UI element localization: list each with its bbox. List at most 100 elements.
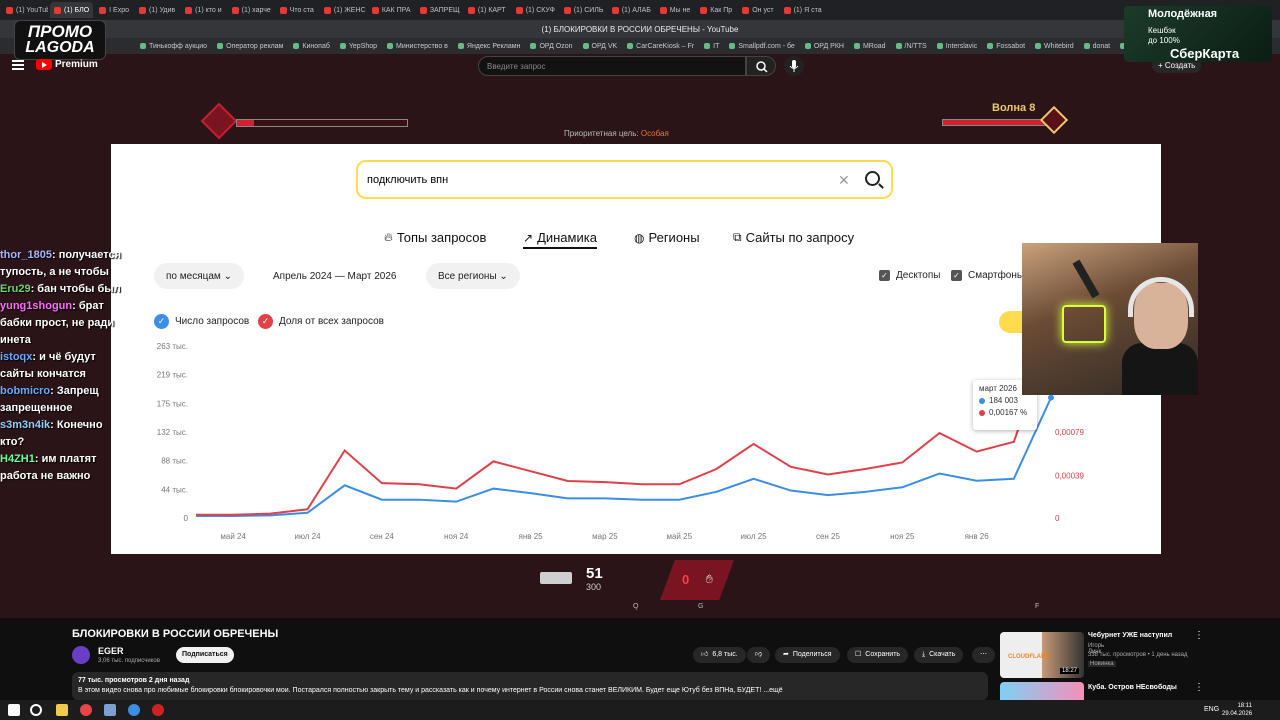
wordstat-query[interactable]: подключить впн <box>367 174 448 186</box>
wordstat-search-box[interactable]: подключить впн ✕ <box>356 160 893 199</box>
channel-avatar[interactable] <box>72 646 90 664</box>
browser-tab[interactable]: (1) YouTube <box>2 2 48 18</box>
bookmark-item[interactable]: Кинопаб <box>293 43 329 50</box>
dislike-button[interactable]: 👎︎ <box>747 647 771 663</box>
recommendation-title[interactable]: Чебурнет УЖЕ наступил <box>1088 632 1172 639</box>
browser-tab[interactable]: (1) Удив <box>135 2 179 18</box>
tab-favicon-icon <box>419 6 427 14</box>
bookmark-item[interactable]: Оператор реклам <box>217 43 283 50</box>
recommendation-thumbnail[interactable] <box>1000 682 1084 700</box>
browser-tab[interactable]: (1) харче <box>228 2 274 18</box>
legend-share[interactable]: ✓ Доля от всех запросов <box>258 314 384 329</box>
bookmark-item[interactable]: ОРД Ozon <box>530 43 572 50</box>
app-icon[interactable] <box>104 704 116 716</box>
mic-icon <box>789 60 799 72</box>
telegram-icon[interactable] <box>128 704 140 716</box>
browser-tab[interactable]: (1) Я ста <box>780 2 826 18</box>
tab-top-queries[interactable]: 🔥︎ Топы запросов <box>384 230 486 245</box>
clear-icon[interactable]: ✕ <box>838 172 850 189</box>
x-tick-label: ноя 24 <box>444 532 469 541</box>
save-button[interactable]: ☐ Сохранить <box>847 647 909 663</box>
voice-search-button[interactable] <box>784 56 804 76</box>
tab-dynamics[interactable]: ↗ Динамика <box>523 230 597 249</box>
download-button[interactable]: ⤓ Скачать <box>914 647 964 663</box>
keyboard-language[interactable]: ENG <box>1204 706 1219 713</box>
chat-message: yung1shogun: брат <box>0 298 130 315</box>
browser-tab[interactable]: Что ста <box>276 2 318 18</box>
bookmark-item[interactable]: YepShop <box>340 43 377 50</box>
tab-label: Как Пр <box>710 6 733 14</box>
channel-name[interactable]: EGER <box>98 646 124 656</box>
share-button[interactable]: ➦ Поделиться <box>775 647 840 663</box>
browser-tab[interactable]: I Expo <box>95 2 133 18</box>
desktop-checkbox[interactable]: ✓ Десктопы <box>879 270 940 281</box>
bookmark-item[interactable]: IT <box>704 43 719 50</box>
tab-favicon-icon <box>99 6 107 14</box>
key-hint-q: Q <box>633 603 639 610</box>
bookmark-item[interactable]: Тинькофф аукцио <box>140 43 207 50</box>
bookmark-item[interactable]: Smallpdf.com - бе <box>729 43 794 50</box>
region-select[interactable]: Все регионы ⌄ <box>426 263 520 289</box>
kebab-menu-icon[interactable]: ⋮ <box>1194 630 1204 641</box>
browser-tab[interactable]: (1) СИЛЬ <box>560 2 606 18</box>
youtube-logo[interactable]: Premium <box>36 59 98 70</box>
browser-tab[interactable]: Как Пр <box>696 2 736 18</box>
bookmark-item[interactable]: MRoad <box>854 43 886 50</box>
browser-tab[interactable]: (1) БЛО <box>50 2 94 18</box>
recommendation-title[interactable]: Куба. Остров НЕсвободы <box>1088 684 1177 691</box>
share-icon: ➦ <box>783 651 789 658</box>
windows-start-icon[interactable] <box>8 704 20 716</box>
menu-icon[interactable] <box>12 60 24 70</box>
priority-value: Особая <box>640 129 669 138</box>
browser-tab[interactable]: (1) АЛАБ <box>608 2 654 18</box>
tab-favicon-icon <box>659 6 667 14</box>
bookmark-item[interactable]: Fossabot <box>987 43 1025 50</box>
y-tick-label-left: 132 тыс. <box>157 428 188 437</box>
bookmark-item[interactable]: Яндекс Рекламн <box>458 43 521 50</box>
period-select[interactable]: по месяцам ⌄ <box>154 263 244 289</box>
browser-tab[interactable]: (1) кто и <box>181 2 226 18</box>
yandex-browser-icon[interactable] <box>80 704 92 716</box>
legend-count[interactable]: ✓ Число запросов <box>154 314 249 329</box>
more-actions-button[interactable]: ⋯ <box>972 647 995 663</box>
search-icon[interactable] <box>865 171 880 186</box>
recommendation-thumbnail[interactable]: CLOUDFLARE 18:27 <box>1000 632 1084 678</box>
youtube-search-button[interactable] <box>746 56 776 76</box>
browser-tab[interactable]: Мы не <box>656 2 695 18</box>
bookmark-item[interactable]: Whitebird <box>1035 43 1074 50</box>
youtube-search-input[interactable]: Введите запрос <box>478 56 746 76</box>
tab-regions[interactable]: ◍ Регионы <box>634 230 700 245</box>
bookmark-item[interactable]: donat <box>1084 43 1111 50</box>
youtube-logo-text: Premium <box>55 59 98 70</box>
like-button[interactable]: 👍︎ 6,8 тыс. <box>693 647 746 663</box>
bookmark-item[interactable]: Министерство в <box>387 43 448 50</box>
bookmark-item[interactable]: ОРД РКН <box>805 43 844 50</box>
browser-tab[interactable]: (1) ЖЕНС <box>320 2 366 18</box>
clock[interactable]: 18:11 29.04.2026 <box>1222 702 1252 718</box>
browser-tab[interactable]: (1) СКУФ <box>512 2 558 18</box>
bookmark-item[interactable]: CarCareKiosk – Fr <box>627 43 694 50</box>
y-tick-label-left: 263 тыс. <box>157 342 188 351</box>
file-explorer-icon[interactable] <box>56 704 68 716</box>
wave-counter: Волна 8 <box>992 102 1036 114</box>
kebab-menu-icon[interactable]: ⋮ <box>1194 682 1204 693</box>
browser-tab[interactable]: ЗАПРЕЩ <box>416 2 462 18</box>
date-range-select[interactable]: Апрель 2024 — Март 2026 <box>261 263 409 289</box>
subscribe-button[interactable]: Подписаться <box>176 647 234 663</box>
browser-tab[interactable]: (1) КАРТ <box>464 2 510 18</box>
bookmark-item[interactable]: ОРД VK <box>583 43 618 50</box>
tab-favicon-icon <box>185 6 193 14</box>
tab-sites[interactable]: ⧉ Сайты по запросу <box>733 230 854 245</box>
bookmark-item[interactable]: /N/TTS <box>896 43 927 50</box>
smartphone-checkbox[interactable]: ✓ Смартфоны <box>951 270 1024 281</box>
bookmarks-bar: Тинькофф аукцио Оператор реклам Кинопаб Yep… <box>0 38 1280 54</box>
chat-text: инета <box>0 334 31 346</box>
stream-chat: thor_1805: получается тупость, а не чтобы… <box>0 247 130 485</box>
bookmark-item[interactable]: Interslavic <box>937 43 978 50</box>
tab-label: (1) кто и <box>195 6 222 14</box>
obs-icon[interactable] <box>152 704 164 716</box>
browser-tab[interactable]: КАК ПРА <box>368 2 414 18</box>
browser-tab[interactable]: Он уст <box>738 2 777 18</box>
video-description[interactable]: 77 тыс. просмотров 2 дня назад В этом ви… <box>72 672 988 700</box>
search-icon[interactable] <box>30 704 42 716</box>
